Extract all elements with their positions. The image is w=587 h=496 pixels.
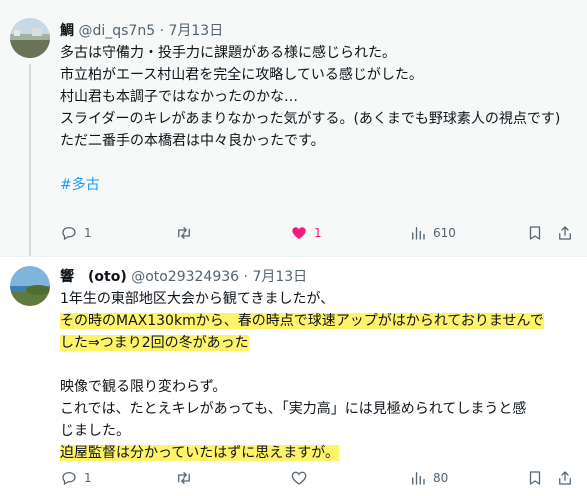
display-name[interactable]: 鯛 xyxy=(60,23,74,39)
thread-line xyxy=(29,64,31,256)
highlighted-text-line: 迫屋監督は分かっていたはずに思えますが。 xyxy=(60,445,340,461)
highlighted-text-line: した⇒つまり2回の冬があった xyxy=(60,335,249,351)
text-line: スライダーのキレがあまりなかった気がする。(あくまでも野球素人の視点です) xyxy=(60,111,561,127)
avatar[interactable] xyxy=(10,18,50,58)
reply-count: 1 xyxy=(84,226,92,240)
display-name[interactable]: 響 (oto) xyxy=(60,269,127,285)
post-header: 響 (oto) @oto29324936 · 7月13日 xyxy=(60,268,307,286)
view-count: 80 xyxy=(433,471,449,485)
reply-icon xyxy=(62,472,76,486)
hashtag-link[interactable]: #多古 xyxy=(60,177,100,193)
post-text: 1年生の東部地区大会から観てきましたが、 その時のMAX130kmから、春の時点… xyxy=(60,288,580,464)
post-header: 鯛 @di_qs7n5 · 7月13日 xyxy=(60,22,223,40)
text-line: 村山君も本調子ではなかったのかな… xyxy=(60,89,298,105)
post-text: 多古は守備力・投手力に課題がある様に感じられた。 市立柏がエース村山君を完全に攻… xyxy=(60,42,580,196)
reply-button[interactable]: 1 xyxy=(60,468,92,488)
post-divider xyxy=(0,256,587,257)
heart-icon xyxy=(291,471,307,485)
reply-icon xyxy=(62,227,76,241)
retweet-icon xyxy=(178,472,190,484)
reply-button[interactable]: 1 xyxy=(60,223,92,243)
text-line: 多古は守備力・投手力に課題がある様に感じられた。 xyxy=(60,45,396,61)
views-button[interactable]: 80 xyxy=(409,468,448,488)
retweet-button[interactable] xyxy=(175,223,199,243)
user-handle[interactable]: @oto29324936 xyxy=(131,269,239,285)
like-count: 1 xyxy=(314,226,322,240)
bookmark-icon xyxy=(529,471,541,485)
post-actions: 1 80 xyxy=(60,468,580,488)
view-count: 610 xyxy=(433,226,456,240)
avatar[interactable] xyxy=(10,266,50,306)
highlighted-text-line: その時のMAX130kmから、春の時点で球速アップがはかられておりませんで xyxy=(60,313,544,329)
post-date[interactable]: 7月13日 xyxy=(168,23,223,39)
share-icon xyxy=(559,226,571,240)
share-button[interactable] xyxy=(556,223,574,243)
share-button[interactable] xyxy=(556,468,574,488)
separator: · xyxy=(159,23,165,39)
like-button[interactable]: 1 xyxy=(290,223,322,243)
bookmark-icon xyxy=(529,226,541,240)
heart-icon xyxy=(292,227,306,239)
text-line xyxy=(60,152,580,174)
text-line: これでは、たとえキレがあっても、「実力高」には見極められてしまうと感 xyxy=(60,401,527,417)
share-icon xyxy=(559,471,571,485)
post-actions: 1 1 610 xyxy=(60,223,580,243)
bookmark-button[interactable] xyxy=(526,223,544,243)
text-line: じました。 xyxy=(60,423,130,439)
reply-count: 1 xyxy=(84,471,92,485)
text-line: 市立柏がエース村山君を完全に攻略している感じがした。 xyxy=(60,67,423,83)
text-line xyxy=(60,354,580,376)
views-icon xyxy=(412,472,425,485)
separator: · xyxy=(243,269,248,285)
post-date[interactable]: 7月13日 xyxy=(252,269,307,285)
like-button[interactable] xyxy=(290,468,314,488)
text-line: ただ二番手の本橋君は中々良かったです。 xyxy=(60,133,325,149)
user-handle[interactable]: @di_qs7n5 xyxy=(78,23,155,39)
text-line: 映像で観る限り変わらず。 xyxy=(60,379,227,395)
bookmark-button[interactable] xyxy=(526,468,544,488)
post-1[interactable]: 鯛 @di_qs7n5 · 7月13日 多古は守備力・投手力に課題がある様に感じ… xyxy=(0,0,587,256)
views-button[interactable]: 610 xyxy=(409,223,456,243)
views-icon xyxy=(412,227,425,240)
text-line: 1年生の東部地区大会から観てきましたが、 xyxy=(60,291,335,307)
retweet-button[interactable] xyxy=(175,468,199,488)
retweet-icon xyxy=(178,227,190,239)
